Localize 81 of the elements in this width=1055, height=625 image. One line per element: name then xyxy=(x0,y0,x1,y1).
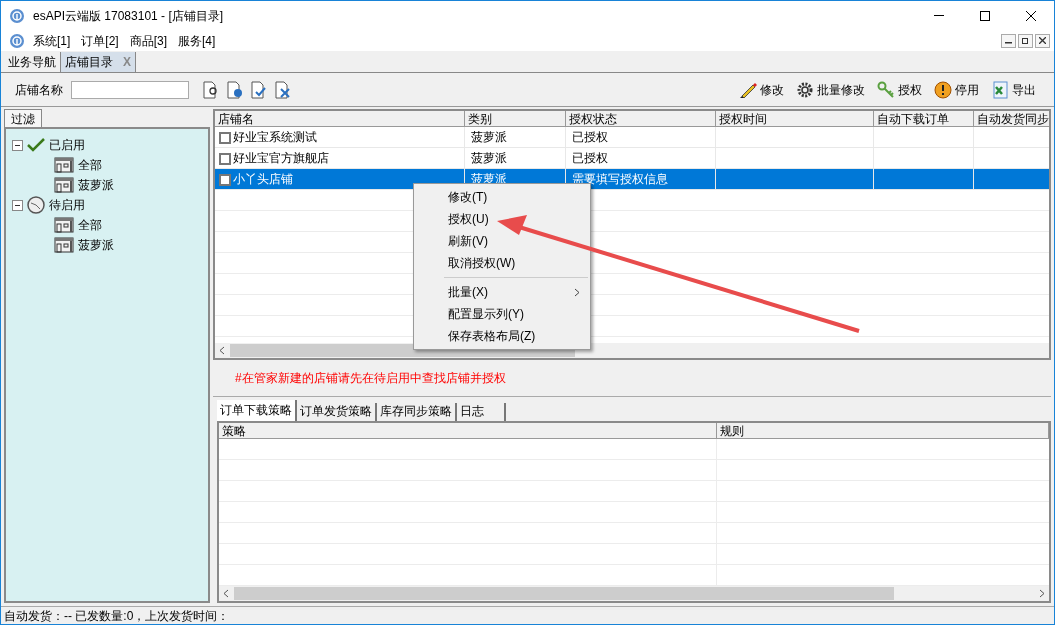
column-header[interactable]: 自动下载订单 xyxy=(874,111,974,126)
restore-icon xyxy=(1022,37,1029,44)
table-cell: 好业宝系统测试 xyxy=(215,127,465,147)
menu-item[interactable]: 授权(U) xyxy=(414,208,590,230)
toolbar-button[interactable]: 批量修改 xyxy=(796,80,865,99)
column-header[interactable]: 授权时间 xyxy=(716,111,874,126)
table-cell: 已授权 xyxy=(566,127,716,147)
table-cell: 好业宝官方旗舰店 xyxy=(215,148,465,168)
storefront-icon xyxy=(54,217,74,233)
menu-item[interactable]: 商品[3] xyxy=(125,31,172,50)
tree-node[interactable]: 全部 xyxy=(78,216,102,234)
storefront-icon xyxy=(54,157,74,173)
table-cell: 小丫头店铺 xyxy=(215,169,465,189)
mdi-close-button[interactable] xyxy=(1035,33,1050,48)
tab-label: 店铺目录 xyxy=(65,54,113,71)
clock-icon xyxy=(27,196,45,214)
pencil-icon xyxy=(739,80,757,99)
tree-node[interactable]: 全部 xyxy=(78,156,102,174)
check-document-icon[interactable] xyxy=(251,80,267,99)
menu-item[interactable]: 修改(T) xyxy=(414,186,590,208)
warning-icon xyxy=(934,80,952,99)
close-icon xyxy=(1026,10,1036,21)
menu-item[interactable]: 取消授权(W) xyxy=(414,252,590,274)
tree-node[interactable]: 已启用 xyxy=(49,136,85,154)
minimize-icon xyxy=(934,15,944,16)
tree-node[interactable]: 菠萝派 xyxy=(78,176,114,194)
menu-item[interactable]: 系统[1] xyxy=(29,31,75,50)
toolbar-button[interactable]: 授权 xyxy=(877,80,922,99)
menu-item[interactable]: 订单[2] xyxy=(77,31,123,50)
scrollbar-thumb[interactable] xyxy=(234,587,894,600)
table-cell: 已授权 xyxy=(566,148,716,168)
table-cell: 菠萝派 xyxy=(465,148,566,168)
table-cell: 菠萝派 xyxy=(465,127,566,147)
toolbar-button[interactable]: 导出 xyxy=(991,80,1036,99)
close-icon xyxy=(1039,37,1046,44)
row-checkbox[interactable] xyxy=(219,153,231,165)
strategy-tab[interactable]: 库存同步策略 xyxy=(377,403,457,421)
gear-icon xyxy=(796,80,814,99)
row-checkbox[interactable] xyxy=(219,132,231,144)
tree-node[interactable]: 待启用 xyxy=(49,196,85,214)
storefront-icon xyxy=(54,177,74,193)
key-icon xyxy=(877,80,895,99)
strategy-tab[interactable]: 订单下载策略 xyxy=(217,400,297,421)
tree-node[interactable]: 菠萝派 xyxy=(78,236,114,254)
menu-item[interactable]: 批量(X) xyxy=(414,281,590,303)
menu-item[interactable]: 保存表格布局(Z) xyxy=(414,325,590,347)
menu-item[interactable]: 配置显示列(Y) xyxy=(414,303,590,325)
maximize-icon xyxy=(980,10,990,21)
mdi-minimize-button[interactable] xyxy=(1001,33,1016,48)
checkmark-icon xyxy=(27,137,45,153)
collapse-icon[interactable] xyxy=(12,139,23,151)
notice-text: #在管家新建的店铺请先在待启用中查找店铺并授权 xyxy=(235,370,506,388)
collapse-icon[interactable] xyxy=(12,199,23,211)
column-header[interactable]: 自动发货同步 xyxy=(974,111,1049,126)
app-logo-icon xyxy=(9,7,25,24)
storefront-icon xyxy=(54,237,74,253)
shop-name-input[interactable] xyxy=(71,80,189,99)
toolbar-button[interactable]: 修改 xyxy=(739,80,784,99)
document-tab[interactable]: 店铺目录 X xyxy=(61,52,136,72)
column-header[interactable]: 类别 xyxy=(465,111,566,126)
tab-label: 业务导航 xyxy=(8,54,56,71)
filter-tab[interactable]: 过滤 xyxy=(4,109,42,127)
column-header[interactable]: 店铺名 xyxy=(215,111,465,126)
menu-item[interactable]: 服务[4] xyxy=(174,31,220,50)
submenu-caret-icon xyxy=(574,287,580,297)
horizontal-scrollbar[interactable] xyxy=(219,586,1049,601)
delete-document-icon[interactable] xyxy=(275,80,291,99)
spreadsheet-icon xyxy=(991,80,1009,99)
mdi-restore-button[interactable] xyxy=(1018,33,1033,48)
globe-document-icon[interactable] xyxy=(227,80,243,99)
search-label: 店铺名称 xyxy=(15,81,63,99)
column-header[interactable]: 规则 xyxy=(717,423,1049,438)
column-header[interactable]: 策略 xyxy=(219,423,717,438)
menu-item[interactable]: 刷新(V) xyxy=(414,230,590,252)
search-document-icon[interactable] xyxy=(203,80,219,99)
window-title: esAPI云端版 17083101 - [店铺目录] xyxy=(33,7,224,25)
row-checkbox[interactable] xyxy=(219,174,231,186)
column-header[interactable]: 授权状态 xyxy=(566,111,716,126)
strategy-tab[interactable]: 订单发货策略 xyxy=(297,403,377,421)
status-text: 自动发货：-- 已发数量:0，上次发货时间： xyxy=(4,607,230,624)
toolbar-button[interactable]: 停用 xyxy=(934,80,979,99)
